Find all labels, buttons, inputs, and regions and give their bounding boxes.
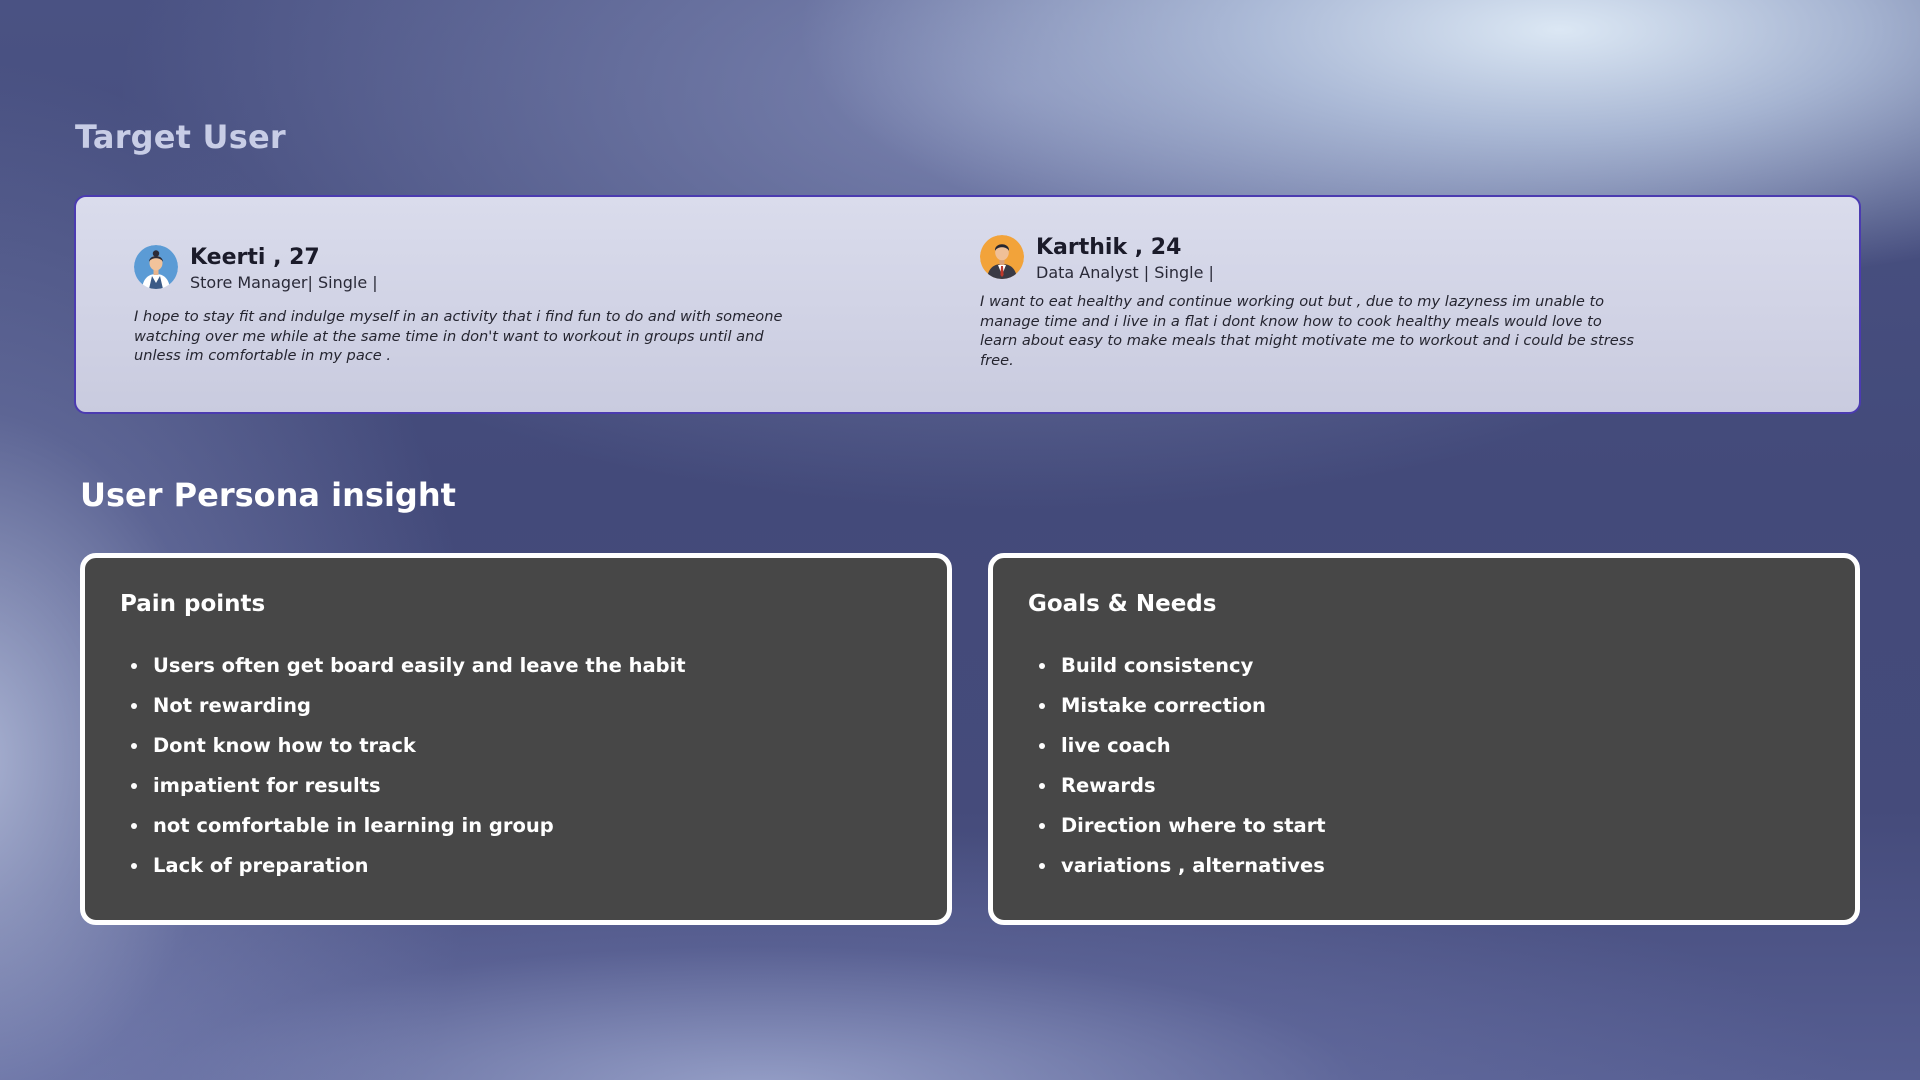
- list-item: Build consistency: [1039, 653, 1326, 693]
- bullet-icon: [131, 863, 137, 869]
- list-item-text: Mistake correction: [1061, 694, 1266, 717]
- persona-header: Karthik , 24 Data Analyst | Single |: [1036, 235, 1214, 283]
- persona-quote: I hope to stay fit and indulge myself in…: [134, 308, 783, 364]
- persona-role: Store Manager| Single |: [190, 273, 378, 292]
- bullet-icon: [1039, 743, 1045, 749]
- list-item: Mistake correction: [1039, 693, 1326, 733]
- persona-quote: I want to eat healthy and continue worki…: [980, 293, 1634, 369]
- goals-needs-card: Goals & Needs Build consistency Mistake …: [988, 553, 1860, 925]
- bullet-icon: [1039, 863, 1045, 869]
- list-item: variations , alternatives: [1039, 853, 1326, 893]
- list-item: Lack of preparation: [131, 853, 686, 893]
- pain-points-title: Pain points: [120, 591, 266, 617]
- persona-role: Data Analyst | Single |: [1036, 263, 1214, 282]
- user-persona-insight-title: User Persona insight: [80, 476, 456, 514]
- target-user-card: Keerti , 27 Store Manager| Single | I ho…: [74, 195, 1861, 414]
- bullet-icon: [131, 823, 137, 829]
- list-item-text: not comfortable in learning in group: [153, 814, 554, 837]
- persona-name: Keerti , 27: [190, 245, 320, 270]
- persona-name: Karthik , 24: [1036, 235, 1182, 260]
- male-avatar-icon: [980, 235, 1024, 279]
- goals-needs-list: Build consistency Mistake correction liv…: [1039, 653, 1326, 893]
- goals-needs-title: Goals & Needs: [1028, 591, 1217, 617]
- list-item-text: Users often get board easily and leave t…: [153, 654, 686, 677]
- female-avatar-icon: [134, 245, 178, 289]
- list-item: Not rewarding: [131, 693, 686, 733]
- list-item: Users often get board easily and leave t…: [131, 653, 686, 693]
- target-user-title: Target User: [75, 118, 286, 156]
- list-item-text: Rewards: [1061, 774, 1156, 797]
- list-item: Dont know how to track: [131, 733, 686, 773]
- list-item: not comfortable in learning in group: [131, 813, 686, 853]
- bullet-icon: [1039, 663, 1045, 669]
- list-item: impatient for results: [131, 773, 686, 813]
- list-item: Direction where to start: [1039, 813, 1326, 853]
- list-item-text: impatient for results: [153, 774, 381, 797]
- bullet-icon: [131, 743, 137, 749]
- bullet-icon: [131, 783, 137, 789]
- pain-points-card: Pain points Users often get board easily…: [80, 553, 952, 925]
- list-item-text: Build consistency: [1061, 654, 1254, 677]
- list-item-text: Not rewarding: [153, 694, 311, 717]
- list-item-text: variations , alternatives: [1061, 854, 1325, 877]
- bullet-icon: [131, 663, 137, 669]
- list-item-text: Lack of preparation: [153, 854, 369, 877]
- list-item-text: Direction where to start: [1061, 814, 1326, 837]
- pain-points-list: Users often get board easily and leave t…: [131, 653, 686, 893]
- list-item: live coach: [1039, 733, 1326, 773]
- list-item: Rewards: [1039, 773, 1326, 813]
- bullet-icon: [1039, 783, 1045, 789]
- bullet-icon: [1039, 703, 1045, 709]
- list-item-text: Dont know how to track: [153, 734, 416, 757]
- bullet-icon: [1039, 823, 1045, 829]
- bullet-icon: [131, 703, 137, 709]
- persona-header: Keerti , 27 Store Manager| Single |: [190, 245, 378, 293]
- list-item-text: live coach: [1061, 734, 1171, 757]
